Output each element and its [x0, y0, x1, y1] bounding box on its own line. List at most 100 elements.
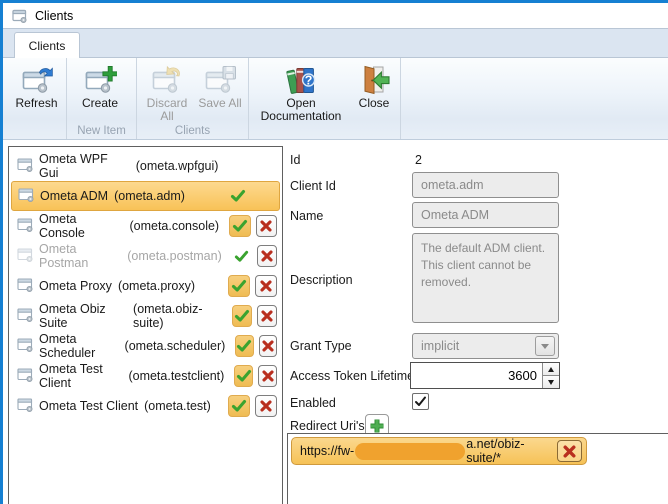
client-id: (ometa.obiz-suite) [133, 302, 203, 330]
refresh-label: Refresh [15, 96, 58, 110]
client-window-icon [17, 397, 34, 415]
grant-type-label: Grant Type [290, 339, 352, 353]
enable-toggle[interactable] [232, 245, 252, 267]
client-id-field[interactable]: ometa.adm [412, 172, 559, 198]
refresh-button[interactable]: Refresh [9, 61, 64, 110]
grant-type-select[interactable]: implicit [412, 333, 559, 359]
enable-toggle[interactable] [235, 335, 254, 357]
client-window-icon [17, 337, 34, 355]
ribbon-group-label: Clients [174, 125, 211, 137]
client-detail-form: Id 2 Client Id ometa.adm Name Ometa ADM … [287, 146, 668, 504]
client-name: Ometa Console [39, 212, 85, 240]
delete-client-button[interactable] [255, 275, 277, 297]
close-label: Close [358, 96, 390, 110]
app-window: Clients Clients Refresh Create New Item … [0, 0, 668, 504]
client-id: (ometa.postman) [127, 249, 222, 263]
client-id-label: Client Id [290, 179, 336, 193]
tab-strip [3, 28, 668, 58]
save-all-button[interactable]: Save All [195, 61, 245, 110]
client-row-proxy[interactable]: Ometa Proxy (ometa.proxy) [9, 271, 282, 301]
spin-down-button[interactable] [543, 376, 559, 388]
description-field[interactable]: The default ADM client. This client cann… [412, 233, 559, 323]
client-row-console[interactable]: Ometa Console (ometa.console) [9, 211, 282, 241]
spin-up-button[interactable] [543, 363, 559, 376]
enabled-checkbox[interactable] [412, 393, 429, 410]
client-row-testclient[interactable]: Ometa Test Client (ometa.testclient) [9, 361, 282, 391]
discard-window-icon [150, 63, 184, 97]
client-row-scheduler[interactable]: Ometa Scheduler (ometa.scheduler) [9, 331, 282, 361]
client-row-adm-selected[interactable]: Ometa ADM (ometa.adm) [11, 181, 280, 211]
client-id: (ometa.wpfgui) [135, 159, 219, 173]
delete-client-button[interactable] [257, 305, 277, 327]
create-window-icon [83, 63, 118, 97]
redirect-uri-suffix: a.net/obiz-suite/* [466, 437, 525, 465]
checkmark-icon [415, 396, 426, 406]
client-row-obiz-suite[interactable]: Ometa Obiz Suite (ometa.obiz-suite) [9, 301, 282, 331]
create-label: Create [81, 96, 119, 110]
id-value: 2 [415, 153, 422, 167]
discard-all-button[interactable]: Discard All [139, 61, 195, 123]
client-name: Ometa Obiz Suite [39, 302, 106, 330]
name-field[interactable]: Ometa ADM [412, 202, 559, 228]
enable-toggle[interactable] [228, 275, 250, 297]
open-documentation-button[interactable]: ? Open Documentation [251, 61, 351, 123]
access-token-lifetime-stepper[interactable]: 3600 [410, 362, 560, 389]
enable-toggle[interactable] [232, 305, 253, 327]
ribbon-toolbar: Refresh Create New Item Discard All Save… [3, 58, 668, 140]
enable-toggle[interactable] [229, 215, 251, 237]
redirect-uris-label: Redirect Uri's [290, 419, 365, 433]
client-id: (ometa.scheduler) [124, 339, 226, 353]
client-name: Ometa WPF Gui [39, 152, 108, 180]
ribbon-group-label: New Item [77, 125, 126, 137]
refresh-window-icon [20, 63, 54, 97]
client-window-icon [17, 247, 34, 265]
open-documentation-label: Open Documentation [260, 96, 342, 123]
client-id: (ometa.console) [129, 219, 220, 233]
delete-client-button[interactable] [255, 395, 277, 417]
enabled-label: Enabled [290, 396, 336, 410]
enable-toggle[interactable] [234, 365, 254, 387]
enable-toggle[interactable] [227, 185, 249, 207]
client-id: (ometa.adm) [114, 189, 185, 203]
client-list: Ometa WPF Gui (ometa.wpfgui) Ometa ADM (… [8, 146, 283, 504]
title-bar: Clients [3, 3, 668, 28]
save-window-icon [203, 63, 237, 97]
remove-redirect-uri-button[interactable] [557, 440, 582, 462]
client-id-field-value: ometa.adm [421, 178, 484, 192]
access-token-lifetime-label: Access Token Lifetime [290, 369, 415, 383]
enable-toggle[interactable] [228, 395, 250, 417]
delete-icon [563, 445, 576, 457]
client-window-icon [17, 367, 34, 385]
client-name: Ometa Test Client [39, 362, 103, 390]
delete-client-button[interactable] [258, 365, 278, 387]
client-row-wpfgui[interactable]: Ometa WPF Gui (ometa.wpfgui) [9, 151, 282, 181]
name-field-value: Ometa ADM [421, 208, 490, 222]
content-area: Ometa WPF Gui (ometa.wpfgui) Ometa ADM (… [3, 140, 668, 504]
client-window-icon [17, 307, 34, 325]
ribbon-group-refresh: Refresh [7, 58, 67, 139]
create-button[interactable]: Create [69, 61, 131, 110]
client-name: Ometa Test Client [39, 399, 139, 413]
chevron-down-icon[interactable] [535, 336, 555, 356]
client-window-icon [17, 217, 34, 235]
window-icon [12, 8, 28, 24]
client-row-test[interactable]: Ometa Test Client (ometa.test) [9, 391, 282, 421]
svg-text:?: ? [305, 73, 313, 87]
delete-client-button[interactable] [256, 245, 277, 267]
client-window-icon [18, 187, 35, 205]
delete-client-button[interactable] [255, 215, 277, 237]
redaction-blob [355, 442, 466, 460]
ribbon-group-window: ? Open Documentation Close [249, 58, 401, 139]
discard-all-label: Discard All [146, 96, 188, 123]
client-row-postman[interactable]: Ometa Postman (ometa.postman) [9, 241, 282, 271]
client-id: (ometa.test) [144, 399, 211, 413]
window-title: Clients [35, 8, 74, 23]
delete-client-button[interactable] [258, 335, 278, 357]
redirect-uri-item[interactable]: https://fw- a.net/obiz-suite/* [291, 437, 587, 465]
grant-type-value: implicit [421, 339, 460, 353]
tab-clients[interactable]: Clients [14, 32, 80, 58]
client-id: (ometa.proxy) [117, 279, 196, 293]
client-window-icon [17, 277, 34, 295]
close-button[interactable]: Close [351, 61, 397, 110]
close-door-icon [357, 63, 391, 97]
